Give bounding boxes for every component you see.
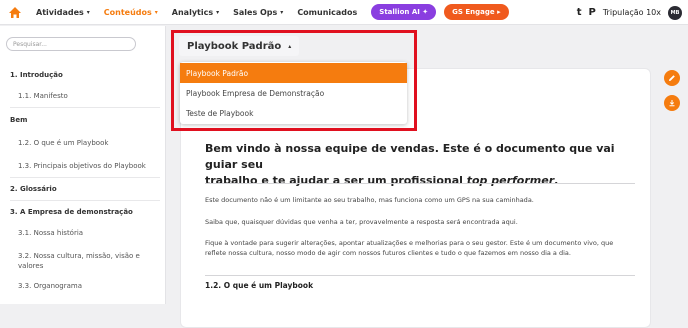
toc-item[interactable]: 1.1. Manifesto [18, 91, 68, 101]
toc-divider [10, 177, 160, 178]
download-button[interactable] [664, 95, 680, 111]
document-paragraph: Fique à vontade para sugerir alterações,… [205, 239, 614, 257]
chevron-down-icon: ▾ [86, 8, 90, 16]
download-icon [669, 100, 675, 107]
document-paragraph: Saiba que, quaisquer dúvidas que venha a… [205, 218, 518, 226]
dropdown-option[interactable]: Teste de Playbook [180, 103, 407, 123]
top-nav-bar: Atividades ▾ Conteúdos ▾ Analytics ▾ Sales … [0, 0, 688, 25]
toc-divider [10, 200, 160, 201]
nav-conteudos[interactable]: Conteúdos ▾ [104, 8, 158, 17]
toc-item[interactable]: valores [18, 261, 43, 271]
document-title: Bem vindo à nossa equipe de vendas. Este… [205, 142, 615, 187]
nav-analytics[interactable]: Analytics ▾ [172, 8, 219, 17]
dropdown-option[interactable]: Playbook Padrão [180, 63, 407, 83]
nav-sales-ops[interactable]: Sales Ops ▾ [233, 8, 283, 17]
chevron-down-icon: ▾ [216, 8, 220, 16]
caret-up-icon: ▴ [288, 42, 292, 50]
toc-item[interactable]: 1.3. Principais objetivos do Playbook [18, 161, 146, 171]
section-divider [205, 275, 635, 276]
nav-atividades[interactable]: Atividades ▾ [36, 8, 90, 17]
main-content: Bem vindo à nossa equipe de vendas. Este… [167, 26, 688, 328]
toc-divider [10, 107, 160, 108]
playbook-select[interactable]: Playbook Padrão ▴ [179, 36, 299, 56]
document-paragraph: Este documento não é um limitante ao seu… [205, 196, 534, 204]
dropdown-option[interactable]: Playbook Empresa de Demonstração [180, 83, 407, 103]
edit-button[interactable] [664, 70, 680, 86]
toc-item[interactable]: 3.1. Nossa história [18, 228, 83, 238]
stallion-ai-button[interactable]: Stallion AI ✦ [371, 4, 437, 20]
section-heading: 1.2. O que é um Playbook [205, 281, 314, 290]
chevron-down-icon: ▾ [154, 8, 158, 16]
sidebar-toc: Pesquisar... 1. Introdução 1.1. Manifest… [0, 26, 166, 304]
toc-item[interactable]: 3.2. Nossa cultura, missão, visão e [18, 251, 140, 261]
toc-item[interactable]: 2. Glossário [10, 184, 57, 194]
gs-engage-button[interactable]: GS Engage ▸ [444, 4, 509, 20]
toc-item[interactable]: Bem [10, 115, 27, 125]
p-shortcut[interactable]: P [589, 7, 596, 18]
toc-item[interactable]: 1. Introdução [10, 70, 63, 80]
team-name[interactable]: Tripulação 10x [603, 8, 661, 17]
logo-icon[interactable] [8, 5, 24, 19]
title-divider [205, 183, 635, 184]
toc-item[interactable]: 3.3. Organograma [18, 281, 82, 291]
pencil-icon [669, 75, 675, 81]
avatar[interactable]: MB [668, 5, 682, 20]
top-right-area: t P Tripulação 10x MB [577, 0, 682, 25]
toc-item[interactable]: 3. A Empresa de demonstração [10, 207, 133, 217]
t-shortcut[interactable]: t [577, 7, 582, 18]
search-input[interactable]: Pesquisar... [6, 37, 136, 51]
playbook-dropdown-menu: Playbook Padrão Playbook Empresa de Demo… [180, 62, 407, 124]
toc-item[interactable]: 1.2. O que é um Playbook [18, 138, 108, 148]
chevron-down-icon: ▾ [280, 8, 284, 16]
nav-comunicados[interactable]: Comunicados [297, 8, 357, 17]
